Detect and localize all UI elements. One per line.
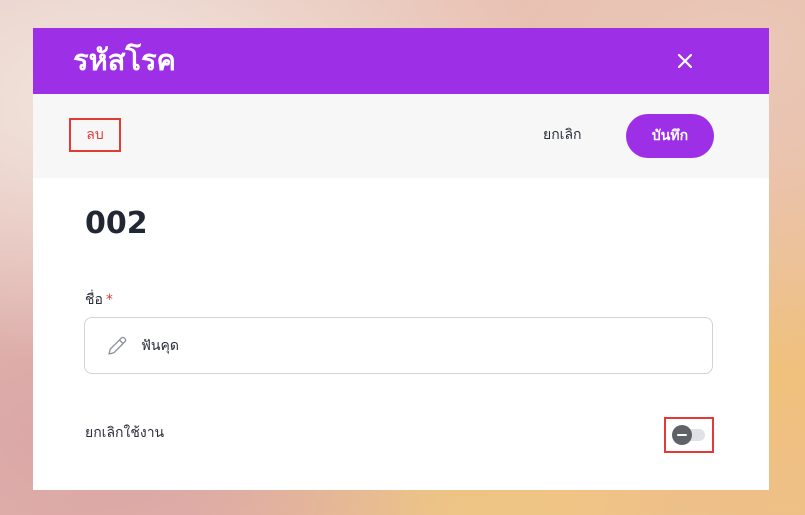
save-button[interactable]: บันทึก bbox=[626, 114, 714, 158]
name-input[interactable]: ฟันคุด bbox=[84, 317, 713, 374]
close-icon bbox=[677, 53, 693, 69]
required-asterisk: * bbox=[105, 292, 113, 308]
close-button[interactable] bbox=[671, 47, 699, 75]
inactive-toggle[interactable] bbox=[664, 417, 714, 453]
action-toolbar: ลบ ยกเลิก บันทึก bbox=[33, 94, 769, 178]
inactive-toggle-label: ยกเลิกใช้งาน bbox=[85, 425, 165, 441]
name-input-value: ฟันคุด bbox=[141, 338, 179, 354]
delete-button[interactable]: ลบ bbox=[69, 118, 121, 152]
name-field-label: ชื่อ * bbox=[85, 290, 113, 310]
pencil-icon bbox=[108, 336, 127, 355]
modal-title: รหัสโรค bbox=[73, 43, 176, 77]
cancel-button[interactable]: ยกเลิก bbox=[543, 125, 582, 145]
toggle-knob-minus-icon bbox=[672, 425, 692, 445]
modal-header: รหัสโรค bbox=[33, 28, 769, 94]
edit-disease-code-modal: รหัสโรค ลบ ยกเลิก บันทึก 002 ชื่อ * ฟันคุ… bbox=[33, 28, 769, 490]
record-code-heading: 002 bbox=[85, 206, 148, 241]
name-label-text: ชื่อ bbox=[85, 292, 103, 308]
